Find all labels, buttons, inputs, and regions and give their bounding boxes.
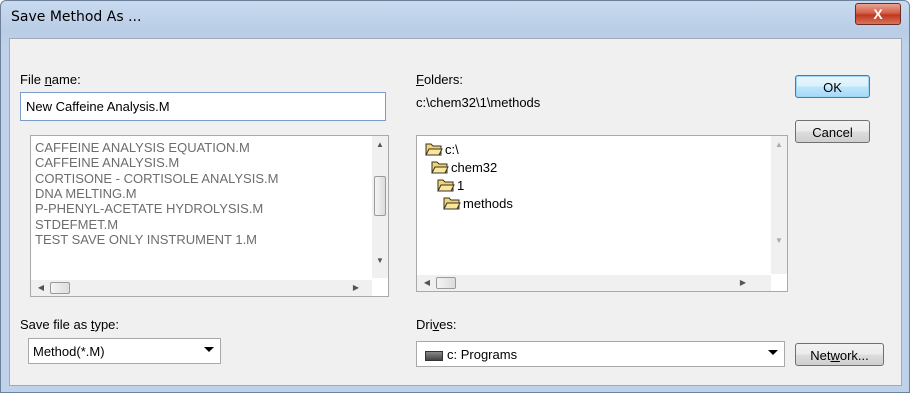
- open-folder-icon: [443, 197, 461, 213]
- chevron-down-icon[interactable]: [204, 347, 214, 352]
- dialog-title: Save Method As ...: [11, 9, 142, 25]
- title-bar[interactable]: Save Method As ... X: [1, 1, 909, 39]
- dialog-body: File name: New Caffeine Analysis.M CAFFE…: [9, 38, 902, 386]
- current-folder-path: c:\chem32\1\methods: [416, 95, 541, 110]
- file-name-label: File name:: [20, 72, 81, 87]
- cancel-button[interactable]: Cancel: [795, 120, 870, 143]
- folder-label: chem32: [451, 160, 498, 176]
- save-method-dialog: Save Method As ... X File name: New Caff…: [0, 0, 910, 393]
- save-type-label: Save file as type:: [20, 317, 120, 332]
- scroll-left-icon[interactable]: ◀: [419, 278, 435, 287]
- folder-tree-item[interactable]: 1: [437, 178, 464, 196]
- folder-tree-item[interactable]: chem32: [431, 160, 497, 178]
- chevron-down-icon[interactable]: [768, 350, 778, 355]
- network-button[interactable]: Network...: [795, 343, 884, 366]
- file-list-item[interactable]: STDEFMET.M: [35, 217, 118, 232]
- file-name-input[interactable]: New Caffeine Analysis.M: [20, 92, 386, 121]
- file-list-item[interactable]: DNA MELTING.M: [35, 186, 137, 201]
- folder-tree-vertical-scrollbar[interactable]: ▲ ▼: [771, 136, 787, 274]
- drive-value: c: Programs: [447, 347, 518, 362]
- scroll-up-icon[interactable]: ▲: [372, 140, 388, 149]
- folder-label: c:\: [445, 142, 459, 158]
- folder-label: methods: [463, 196, 513, 212]
- scroll-up-icon[interactable]: ▲: [771, 140, 787, 149]
- file-list-item[interactable]: CAFFEINE ANALYSIS.M: [35, 155, 179, 170]
- file-list[interactable]: CAFFEINE ANALYSIS EQUATION.M CAFFEINE ANA…: [30, 135, 389, 297]
- close-icon: X: [873, 6, 883, 22]
- save-type-select[interactable]: Method(*.M): [28, 338, 221, 364]
- open-folder-icon: [437, 179, 455, 195]
- folder-tree-item[interactable]: methods: [443, 196, 513, 214]
- drive-icon: [425, 351, 443, 361]
- file-list-item[interactable]: CAFFEINE ANALYSIS EQUATION.M: [35, 140, 250, 155]
- file-list-item[interactable]: CORTISONE - CORTISOLE ANALYSIS.M: [35, 171, 278, 186]
- folder-label: 1: [457, 178, 465, 194]
- scroll-thumb[interactable]: [374, 176, 386, 216]
- scroll-left-icon[interactable]: ◀: [33, 283, 49, 292]
- drives-label: Drives:: [416, 317, 457, 332]
- scroll-down-icon[interactable]: ▼: [372, 256, 388, 265]
- file-list-item[interactable]: TEST SAVE ONLY INSTRUMENT 1.M: [35, 232, 257, 247]
- open-folder-icon: [425, 143, 443, 159]
- scroll-thumb[interactable]: [436, 277, 456, 289]
- scroll-down-icon[interactable]: ▼: [771, 236, 787, 245]
- file-list-vertical-scrollbar[interactable]: ▲ ▼: [372, 136, 388, 278]
- folder-tree-item[interactable]: c:\: [425, 142, 459, 160]
- scroll-right-icon[interactable]: ▶: [348, 283, 364, 292]
- folder-tree-horizontal-scrollbar[interactable]: ◀ ▶: [417, 275, 771, 291]
- scroll-right-icon[interactable]: ▶: [735, 278, 751, 287]
- file-name-value: New Caffeine Analysis.M: [26, 99, 170, 114]
- folders-label: Folders:: [416, 72, 463, 87]
- ok-button[interactable]: OK: [795, 75, 870, 98]
- open-folder-icon: [431, 161, 449, 177]
- save-type-value: Method(*.M): [33, 344, 105, 359]
- scroll-thumb[interactable]: [50, 282, 70, 294]
- folder-tree[interactable]: c:\ chem32 1 methods ▲ ▼ ◀ ▶: [416, 135, 788, 292]
- close-button[interactable]: X: [855, 3, 901, 25]
- drives-select[interactable]: c: Programs: [416, 341, 785, 367]
- file-list-item[interactable]: P-PHENYL-ACETATE HYDROLYSIS.M: [35, 201, 263, 216]
- file-list-horizontal-scrollbar[interactable]: ◀ ▶: [31, 280, 372, 296]
